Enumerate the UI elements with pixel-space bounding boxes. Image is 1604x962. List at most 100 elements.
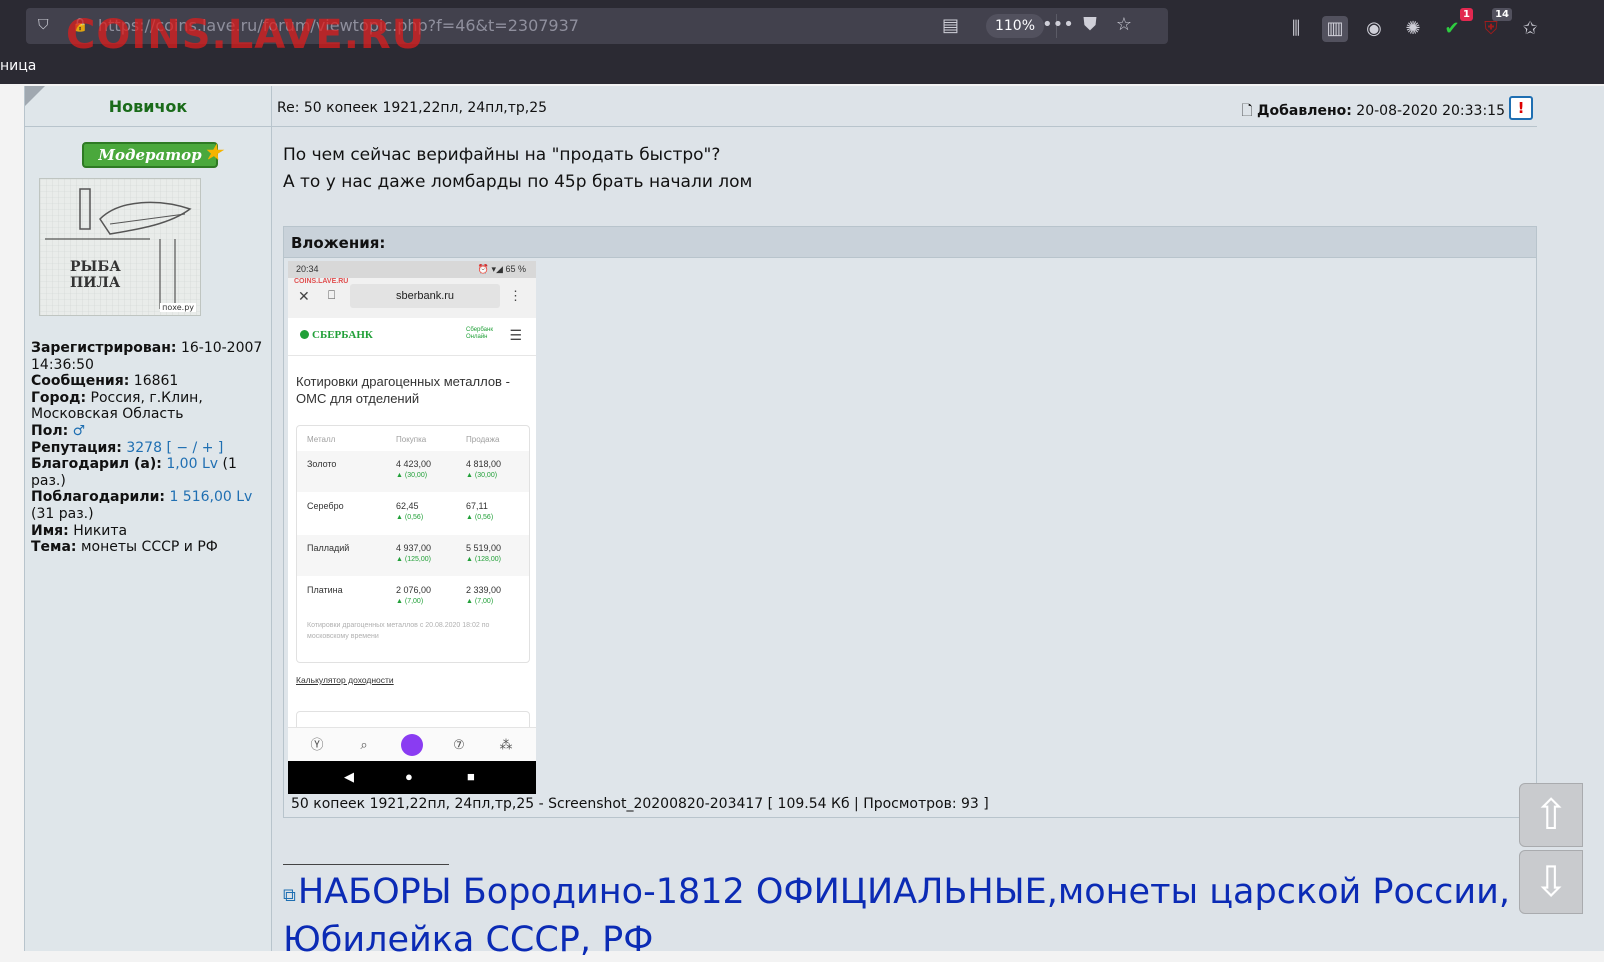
buy-value: 4 423,00 xyxy=(396,459,432,469)
ublock-badge: 14 xyxy=(1492,8,1512,21)
table-row: Серебро 62,45 ▲ (0,56) 67,11 ▲ (0,56) xyxy=(297,493,529,534)
author-panel: Новичок Модератор ★ РЫБА ПИЛА поxe.ру За… xyxy=(24,86,272,951)
col-buy: Покупка xyxy=(396,435,427,444)
author-rank: Новичок xyxy=(25,86,271,127)
avatar-text-line2: ПИЛА xyxy=(70,275,121,291)
forum-page: Новичок Модератор ★ РЫБА ПИЛА поxe.ру За… xyxy=(24,86,1604,960)
phone-system-bar: ◀ ● ■ xyxy=(288,761,536,794)
zoom-indicator[interactable]: 110% xyxy=(986,14,1044,38)
city-label: Город: xyxy=(31,389,87,406)
shield-badge: 1 xyxy=(1460,8,1473,21)
post-line-2: А то у нас даже ломбарды по 45р брать на… xyxy=(283,172,753,192)
phone-status-icons: ⏰ ▾◢ 65 % xyxy=(477,264,526,274)
sell-value: 5 519,00 xyxy=(466,543,502,553)
attachments-title: Вложения: xyxy=(291,234,386,252)
registered-label: Зарегистрирован: xyxy=(31,340,177,356)
reputation-value[interactable]: 3278 xyxy=(126,440,162,456)
sidebar-icon[interactable]: ▥ xyxy=(1322,16,1348,42)
table-row: Палладий 4 937,00 ▲ (125,00) 5 519,00 ▲ … xyxy=(297,535,529,576)
col-metal: Металл xyxy=(307,435,336,444)
messages-value: 16861 xyxy=(133,373,179,390)
sell-delta: ▲ (128,00) xyxy=(466,556,501,563)
buy-value: 2 076,00 xyxy=(396,585,432,595)
scroll-up-button[interactable]: ⇧ xyxy=(1519,783,1583,847)
star-icon: ★ xyxy=(204,140,222,164)
name-label: Имя: xyxy=(31,522,69,539)
gender-label: Пол: xyxy=(31,422,69,439)
moderator-label: Модератор xyxy=(98,146,202,164)
reputation-controls[interactable]: [ − / + ] xyxy=(166,440,223,456)
reader-view-icon[interactable]: ▤ xyxy=(942,15,960,37)
close-icon: ✕ xyxy=(298,288,310,304)
attachments-box: Вложения: 20:34 ⏰ ▾◢ 65 % COINS.LAVE.RU … xyxy=(283,226,1537,818)
shield-icon[interactable]: ⛉ xyxy=(38,17,52,35)
document-icon: 🗋 xyxy=(1241,103,1253,119)
attachment-image[interactable]: 20:34 ⏰ ▾◢ 65 % COINS.LAVE.RU ✕ ⎕ sberba… xyxy=(288,261,536,794)
buy-delta: ▲ (7,00) xyxy=(396,598,424,605)
thanked-by-value[interactable]: 1 516,00 Lv xyxy=(169,489,252,505)
phone-url: sberbank.ru xyxy=(350,284,500,308)
extension-icon[interactable]: ✺ xyxy=(1400,16,1426,42)
privacy-badger-icon[interactable]: ✔ 1 xyxy=(1439,8,1473,42)
table-row: Платина 2 076,00 ▲ (7,00) 2 339,00 ▲ (7,… xyxy=(297,577,529,618)
url-bar[interactable]: ⛉ 🔒 https://coins.lave.ru/forum/viewtopi… xyxy=(26,8,1168,58)
thanked-value[interactable]: 1,00 Lv xyxy=(166,456,218,472)
kebab-menu-icon: ⋮ xyxy=(509,288,522,303)
male-icon: ♂ xyxy=(72,422,86,439)
home-icon: ● xyxy=(405,769,413,784)
sell-delta: ▲ (30,00) xyxy=(466,472,498,479)
bookmark-star-icon[interactable]: ✩ xyxy=(1517,16,1543,42)
signature-divider xyxy=(283,864,449,865)
watermark: COINS.LAVE.RU xyxy=(66,12,426,58)
quotes-note: Котировки драгоценных металлов с 20.08.2… xyxy=(307,622,490,640)
bookmark-fragment[interactable]: ница xyxy=(0,58,36,74)
signature-link-text[interactable]: НАБОРЫ Бородино-1812 ОФИЦИАЛЬНЫЕ,монеты … xyxy=(298,872,1510,912)
sell-value: 67,11 xyxy=(466,501,488,511)
metal-name: Платина xyxy=(307,585,343,595)
table-row: Золото 4 423,00 ▲ (30,00) 4 818,00 ▲ (30… xyxy=(297,451,529,492)
attachment-caption[interactable]: 50 копеек 1921,22пл, 24пл,тр,25 - Screen… xyxy=(291,796,989,812)
moderator-badge: Модератор ★ xyxy=(82,142,222,168)
post-subject[interactable]: Re: 50 копеек 1921,22пл, 24пл,тр,25 xyxy=(277,100,547,116)
thanked-by-times: (31 раз.) xyxy=(31,505,94,522)
library-icon[interactable]: ⫼ xyxy=(1283,16,1309,42)
col-sell: Продажа xyxy=(466,435,500,444)
avatar[interactable]: РЫБА ПИЛА поxe.ру xyxy=(39,178,201,316)
sell-delta: ▲ (7,00) xyxy=(466,598,494,605)
signature-link[interactable]: ⧉НАБОРЫ Бородино-1812 ОФИЦИАЛЬНЫЕ,монеты… xyxy=(283,870,1510,962)
added-label: Добавлено: xyxy=(1257,103,1352,119)
post-body: По чем сейчас верифайны на "продать быст… xyxy=(283,142,752,196)
sberbank-logo: СБЕРБАНК xyxy=(300,329,373,341)
tabs-icon: ⑦ xyxy=(453,737,465,752)
sell-delta: ▲ (0,56) xyxy=(466,514,494,521)
signature-link-text-2[interactable]: Юбилейка СССР, РФ xyxy=(283,920,653,960)
messages-label: Сообщения: xyxy=(31,373,130,390)
buy-value: 4 937,00 xyxy=(396,543,432,553)
star-icon[interactable]: ☆ xyxy=(1112,14,1136,35)
sberbank-online: Сбербанк Онлайн xyxy=(466,327,493,340)
metal-name: Золото xyxy=(307,459,337,469)
browser-toolbar: ⛉ 🔒 https://coins.lave.ru/forum/viewtopi… xyxy=(0,0,1604,84)
sell-value: 4 818,00 xyxy=(466,459,502,469)
phone-heading: Котировки драгоценных металлов - ОМС для… xyxy=(296,374,510,406)
phone-watermark: COINS.LAVE.RU xyxy=(294,278,349,285)
ublock-icon[interactable]: ⛨ 14 xyxy=(1478,8,1512,42)
thanked-by-label: Поблагодарили: xyxy=(31,489,165,506)
topic-label: Тема: xyxy=(31,539,77,556)
avatar-text-line1: РЫБА xyxy=(70,259,121,275)
pocket-icon[interactable]: ⛊ xyxy=(1078,14,1102,35)
phone-status-bar: 20:34 ⏰ ▾◢ 65 % xyxy=(288,261,536,278)
report-icon[interactable]: ! xyxy=(1509,96,1533,120)
post-line-1: По чем сейчас верифайны на "продать быст… xyxy=(283,145,721,165)
external-link-icon: ⧉ xyxy=(283,885,296,906)
scroll-down-button[interactable]: ⇩ xyxy=(1519,850,1583,914)
attachments-header: Вложения: xyxy=(284,227,1536,258)
buy-delta: ▲ (125,00) xyxy=(396,556,431,563)
calculator-link: Калькулятор доходности xyxy=(296,675,394,685)
avatar-text: РЫБА ПИЛА xyxy=(70,259,121,291)
more-icon[interactable]: ••• xyxy=(1042,14,1074,35)
account-icon[interactable]: ◉ xyxy=(1361,16,1387,42)
name-value: Никита xyxy=(73,522,128,539)
buy-delta: ▲ (30,00) xyxy=(396,472,428,479)
bank-name: СБЕРБАНК xyxy=(312,329,373,341)
